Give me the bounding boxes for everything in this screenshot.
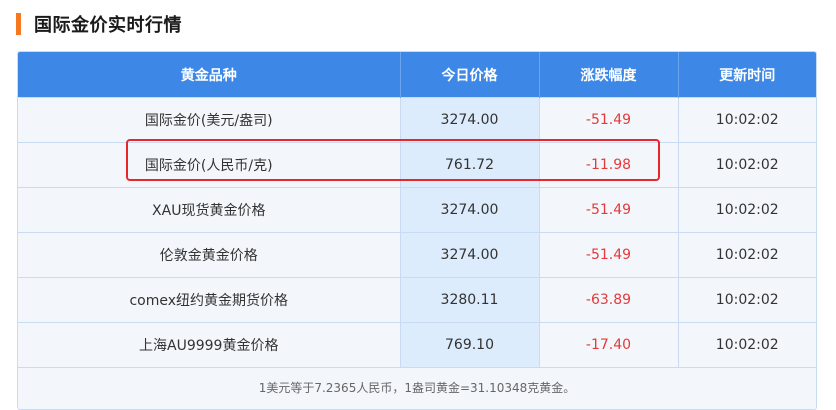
table-row: 国际金价(人民币/克) 761.72 -11.98 10:02:02 [18, 142, 816, 188]
time-cell: 10:02:02 [678, 97, 816, 143]
change-cell: -63.89 [539, 277, 679, 323]
time-cell: 10:02:02 [678, 277, 816, 323]
column-header-variety: 黄金品种 [18, 52, 401, 98]
title-accent-bar [16, 13, 21, 35]
table-row: comex纽约黄金期货价格 3280.11 -63.89 10:02:02 [18, 277, 816, 323]
table-row: 上海AU9999黄金价格 769.10 -17.40 10:02:02 [18, 322, 816, 367]
gold-price-table-container: 黄金品种 今日价格 涨跌幅度 更新时间 国际金价(美元/盎司) 3274.00 … [17, 51, 817, 410]
gold-price-table: 黄金品种 今日价格 涨跌幅度 更新时间 国际金价(美元/盎司) 3274.00 … [18, 52, 816, 367]
time-cell: 10:02:02 [678, 232, 816, 278]
variety-cell: comex纽约黄金期货价格 [18, 277, 401, 323]
price-cell: 769.10 [400, 322, 540, 367]
change-cell: -51.49 [539, 97, 679, 143]
time-cell: 10:02:02 [678, 187, 816, 233]
change-cell: -51.49 [539, 187, 679, 233]
time-cell: 10:02:02 [678, 322, 816, 367]
price-cell: 761.72 [400, 142, 540, 188]
variety-cell: 国际金价(美元/盎司) [18, 97, 401, 143]
change-cell: -51.49 [539, 232, 679, 278]
section-title: 国际金价实时行情 [34, 15, 182, 36]
section-header: 国际金价实时行情 [16, 11, 182, 37]
table-row: 伦敦金黄金价格 3274.00 -51.49 10:02:02 [18, 232, 816, 278]
price-cell: 3280.11 [400, 277, 540, 323]
price-cell: 3274.00 [400, 187, 540, 233]
column-header-change: 涨跌幅度 [539, 52, 679, 98]
variety-cell: 国际金价(人民币/克) [18, 142, 401, 188]
variety-cell: 伦敦金黄金价格 [18, 232, 401, 278]
price-cell: 3274.00 [400, 232, 540, 278]
variety-cell: XAU现货黄金价格 [18, 187, 401, 233]
change-cell: -17.40 [539, 322, 679, 367]
table-header-row: 黄金品种 今日价格 涨跌幅度 更新时间 [18, 52, 816, 98]
time-cell: 10:02:02 [678, 142, 816, 188]
price-cell: 3274.00 [400, 97, 540, 143]
table-footnote: 1美元等于7.2365人民币，1盎司黄金=31.10348克黄金。 [18, 367, 816, 409]
variety-cell: 上海AU9999黄金价格 [18, 322, 401, 367]
change-cell: -11.98 [539, 142, 679, 188]
column-header-time: 更新时间 [678, 52, 816, 98]
table-row: 国际金价(美元/盎司) 3274.00 -51.49 10:02:02 [18, 97, 816, 143]
table-row: XAU现货黄金价格 3274.00 -51.49 10:02:02 [18, 187, 816, 233]
column-header-price: 今日价格 [400, 52, 540, 98]
